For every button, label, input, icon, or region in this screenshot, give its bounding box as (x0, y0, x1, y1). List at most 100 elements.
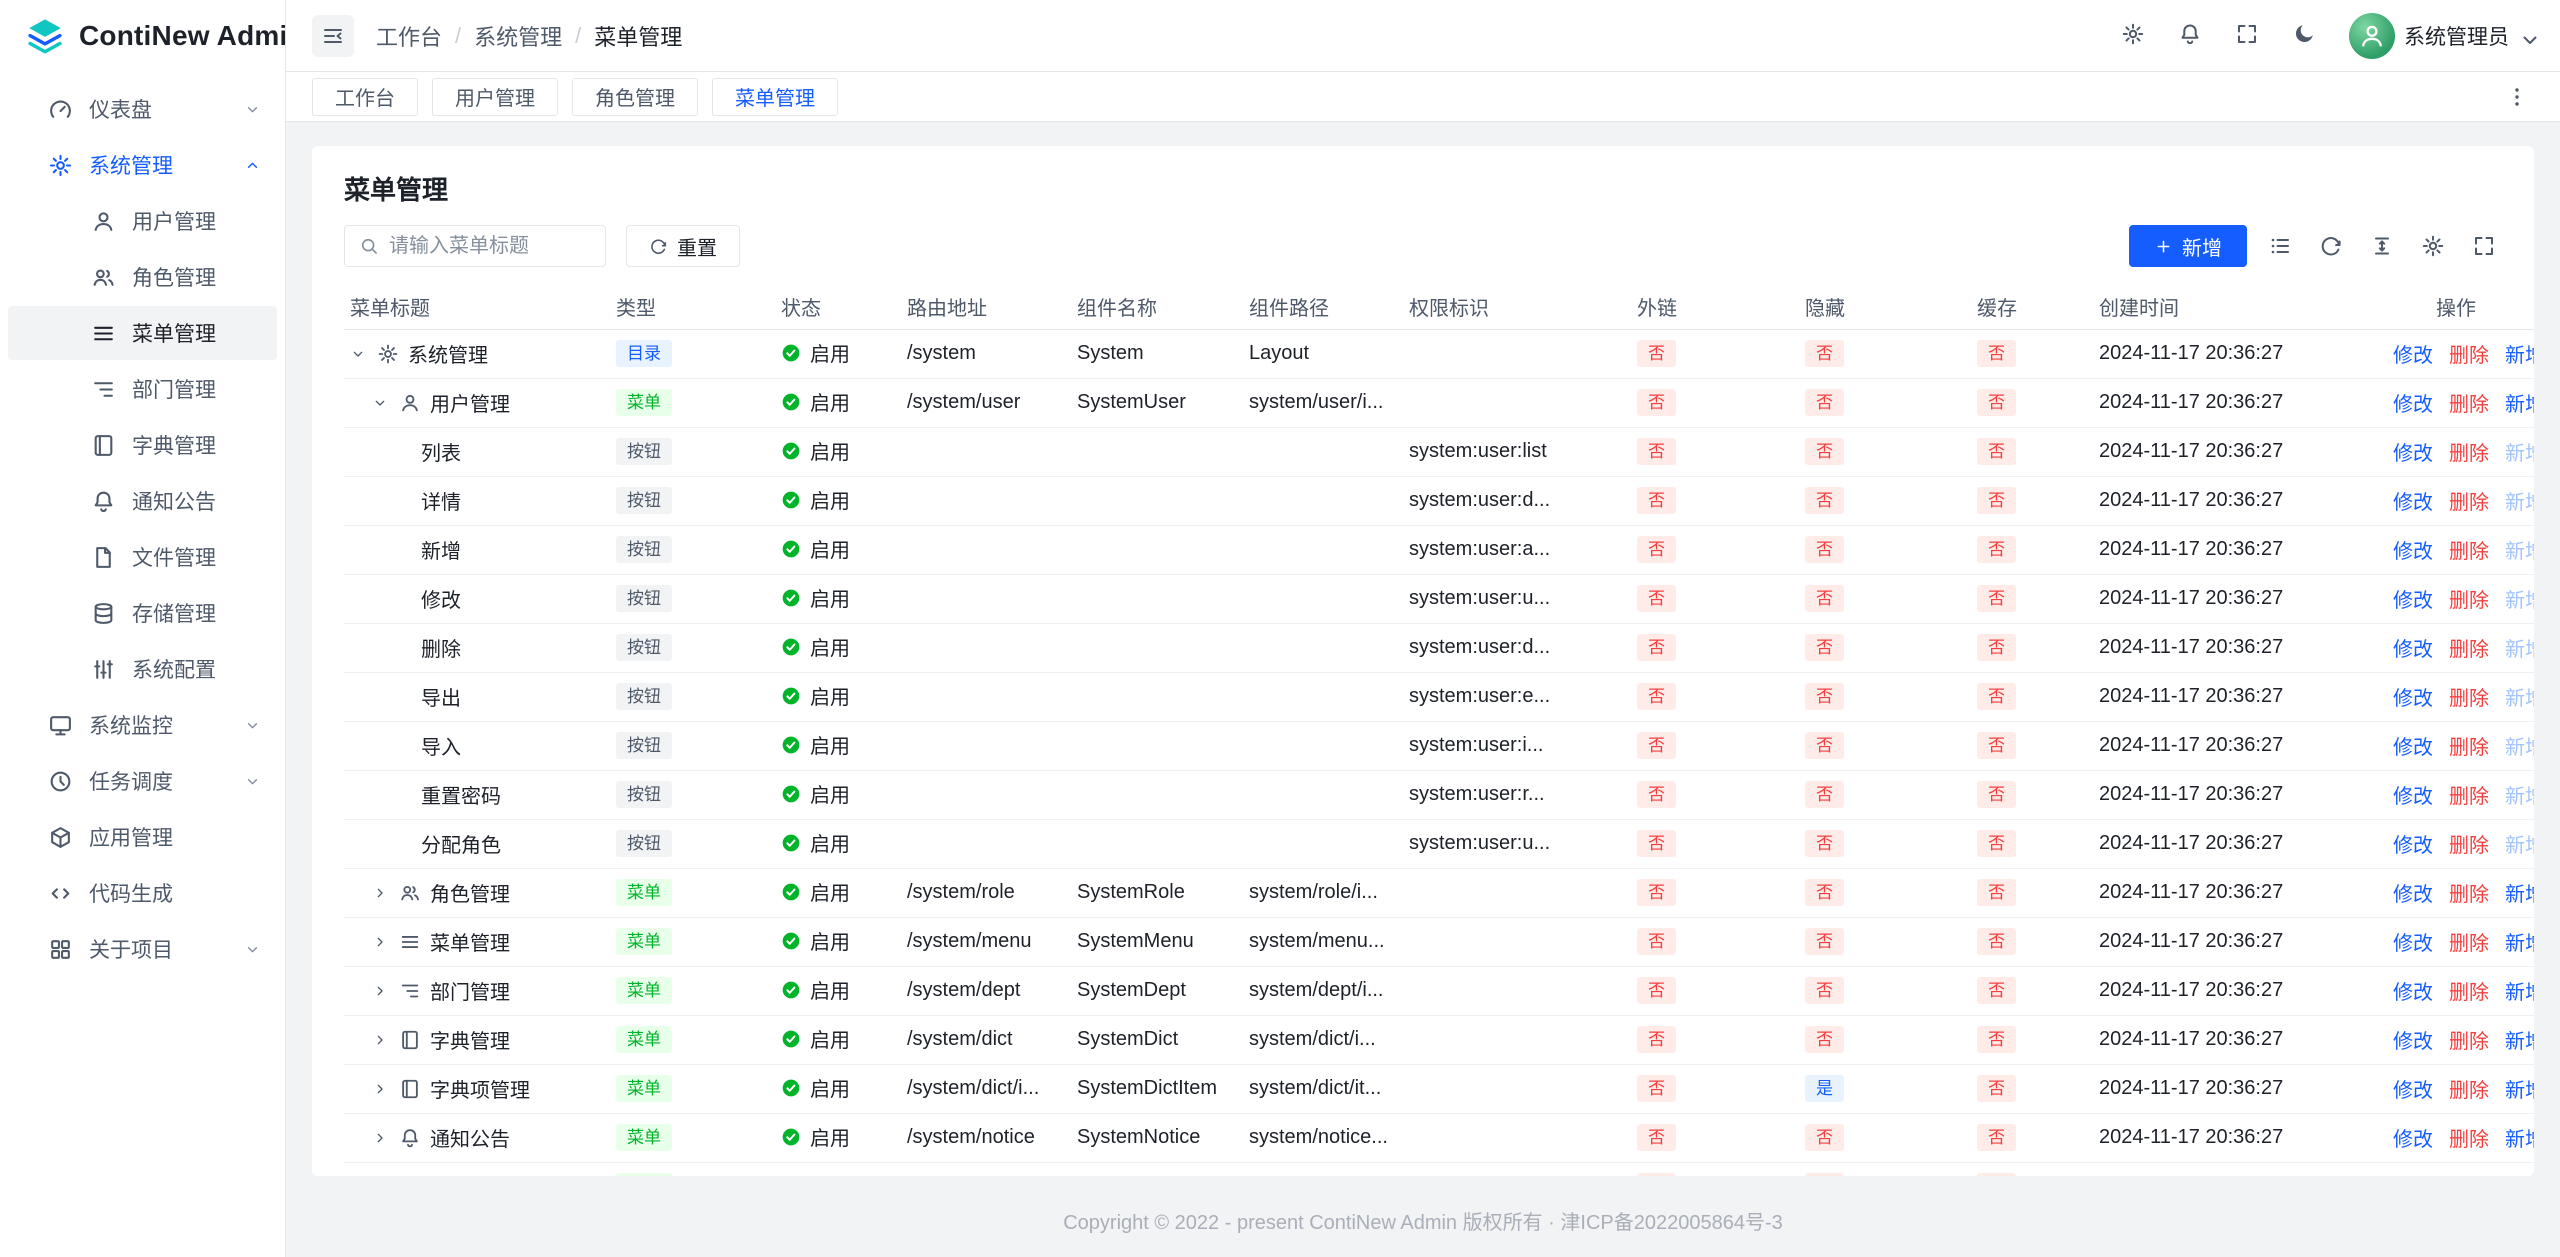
expand-toggle[interactable] (350, 346, 377, 362)
delete-link[interactable]: 删除 (2449, 590, 2489, 612)
tab-item-3[interactable]: 菜单管理 (712, 78, 838, 116)
breadcrumb-item-menu[interactable]: 菜单管理 (594, 20, 682, 52)
add-link[interactable]: 新增 (2505, 1080, 2534, 1102)
delete-link[interactable]: 删除 (2449, 835, 2489, 857)
permission-cell (1395, 378, 1623, 427)
sidebar-subitem-1-8[interactable]: 系统配置 (8, 642, 277, 696)
sidebar-item-6[interactable]: 关于项目 (8, 922, 277, 976)
expand-toggle[interactable] (372, 1130, 399, 1146)
sidebar-item-0[interactable]: 仪表盘 (8, 82, 277, 136)
edit-link[interactable]: 修改 (2393, 737, 2433, 759)
edit-link[interactable]: 修改 (2393, 1080, 2433, 1102)
expand-toggle[interactable] (372, 395, 399, 411)
sidebar-subitem-1-7[interactable]: 存储管理 (8, 586, 277, 640)
sidebar-collapse-button[interactable] (312, 15, 354, 57)
add-link[interactable]: 新增 (2505, 590, 2534, 612)
delete-link[interactable]: 删除 (2449, 541, 2489, 563)
delete-link[interactable]: 删除 (2449, 982, 2489, 1004)
notification-bell-button[interactable] (2178, 22, 2205, 49)
add-link[interactable]: 新增 (2505, 1129, 2534, 1151)
menu-title: 菜单管理 (430, 927, 510, 956)
fullscreen-button[interactable] (2235, 22, 2262, 49)
delete-link[interactable]: 删除 (2449, 1129, 2489, 1151)
sidebar-subitem-1-1[interactable]: 角色管理 (8, 250, 277, 304)
delete-link[interactable]: 删除 (2449, 639, 2489, 661)
sidebar-subitem-1-2[interactable]: 菜单管理 (8, 306, 277, 360)
table-fullscreen-button[interactable] (2466, 228, 2502, 264)
edit-link[interactable]: 修改 (2393, 492, 2433, 514)
add-link[interactable]: 新增 (2505, 688, 2534, 710)
sidebar-item-3[interactable]: 任务调度 (8, 754, 277, 808)
breadcrumb-item-workbench[interactable]: 工作台 (376, 20, 442, 52)
tab-more-button[interactable] (2500, 80, 2534, 114)
add-link[interactable]: 新增 (2505, 884, 2534, 906)
edit-link[interactable]: 修改 (2393, 835, 2433, 857)
reset-button[interactable]: 重置 (626, 225, 740, 267)
user-menu[interactable]: 系统管理员 (2349, 13, 2534, 59)
add-link[interactable]: 新增 (2505, 394, 2534, 416)
expand-toggle[interactable] (372, 885, 399, 901)
edit-link[interactable]: 修改 (2393, 639, 2433, 661)
delete-link[interactable]: 删除 (2449, 933, 2489, 955)
header-settings-button[interactable] (2121, 22, 2148, 49)
delete-link[interactable]: 删除 (2449, 884, 2489, 906)
edit-link[interactable]: 修改 (2393, 688, 2433, 710)
sidebar-item-2[interactable]: 系统监控 (8, 698, 277, 752)
expand-toggle[interactable] (372, 983, 399, 999)
tab-item-0[interactable]: 工作台 (312, 78, 418, 116)
add-link[interactable]: 新增 (2505, 786, 2534, 808)
edit-link[interactable]: 修改 (2393, 590, 2433, 612)
edit-link[interactable]: 修改 (2393, 1031, 2433, 1053)
expand-toggle[interactable] (372, 934, 399, 950)
search-input[interactable] (389, 235, 591, 258)
add-link[interactable]: 新增 (2505, 982, 2534, 1004)
add-link[interactable]: 新增 (2505, 835, 2534, 857)
add-link[interactable]: 新增 (2505, 541, 2534, 563)
add-link[interactable]: 新增 (2505, 639, 2534, 661)
delete-link[interactable]: 删除 (2449, 737, 2489, 759)
delete-link[interactable]: 删除 (2449, 492, 2489, 514)
edit-link[interactable]: 修改 (2393, 443, 2433, 465)
edit-link[interactable]: 修改 (2393, 1129, 2433, 1151)
list-view-button[interactable] (2262, 228, 2298, 264)
sidebar-subitem-1-4[interactable]: 字典管理 (8, 418, 277, 472)
add-button[interactable]: 新增 (2129, 225, 2247, 267)
sidebar-subitem-1-5[interactable]: 通知公告 (8, 474, 277, 528)
edit-link[interactable]: 修改 (2393, 345, 2433, 367)
delete-link[interactable]: 删除 (2449, 688, 2489, 710)
delete-link[interactable]: 删除 (2449, 1031, 2489, 1053)
add-link[interactable]: 新增 (2505, 443, 2534, 465)
delete-link[interactable]: 删除 (2449, 1080, 2489, 1102)
dark-mode-button[interactable] (2292, 22, 2319, 49)
edit-link[interactable]: 修改 (2393, 884, 2433, 906)
column-settings-button[interactable] (2415, 228, 2451, 264)
breadcrumb-item-system[interactable]: 系统管理 (474, 20, 562, 52)
app-logo[interactable]: ContiNew Admin (0, 0, 285, 72)
edit-link[interactable]: 修改 (2393, 982, 2433, 1004)
add-link[interactable]: 新增 (2505, 492, 2534, 514)
add-link[interactable]: 新增 (2505, 737, 2534, 759)
sidebar-subitem-1-0[interactable]: 用户管理 (8, 194, 277, 248)
add-link[interactable]: 新增 (2505, 345, 2534, 367)
add-link[interactable]: 新增 (2505, 933, 2534, 955)
edit-link[interactable]: 修改 (2393, 933, 2433, 955)
tab-item-1[interactable]: 用户管理 (432, 78, 558, 116)
refresh-button[interactable] (2313, 228, 2349, 264)
edit-link[interactable]: 修改 (2393, 786, 2433, 808)
edit-link[interactable]: 修改 (2393, 394, 2433, 416)
sidebar-item-5[interactable]: 代码生成 (8, 866, 277, 920)
add-link[interactable]: 新增 (2505, 1031, 2534, 1053)
delete-link[interactable]: 删除 (2449, 394, 2489, 416)
row-height-button[interactable] (2364, 228, 2400, 264)
delete-link[interactable]: 删除 (2449, 786, 2489, 808)
tab-item-2[interactable]: 角色管理 (572, 78, 698, 116)
delete-link[interactable]: 删除 (2449, 443, 2489, 465)
sidebar-item-4[interactable]: 应用管理 (8, 810, 277, 864)
expand-toggle[interactable] (372, 1081, 399, 1097)
sidebar-item-1[interactable]: 系统管理 (8, 138, 277, 192)
sidebar-subitem-1-6[interactable]: 文件管理 (8, 530, 277, 584)
delete-link[interactable]: 删除 (2449, 345, 2489, 367)
edit-link[interactable]: 修改 (2393, 541, 2433, 563)
expand-toggle[interactable] (372, 1032, 399, 1048)
sidebar-subitem-1-3[interactable]: 部门管理 (8, 362, 277, 416)
